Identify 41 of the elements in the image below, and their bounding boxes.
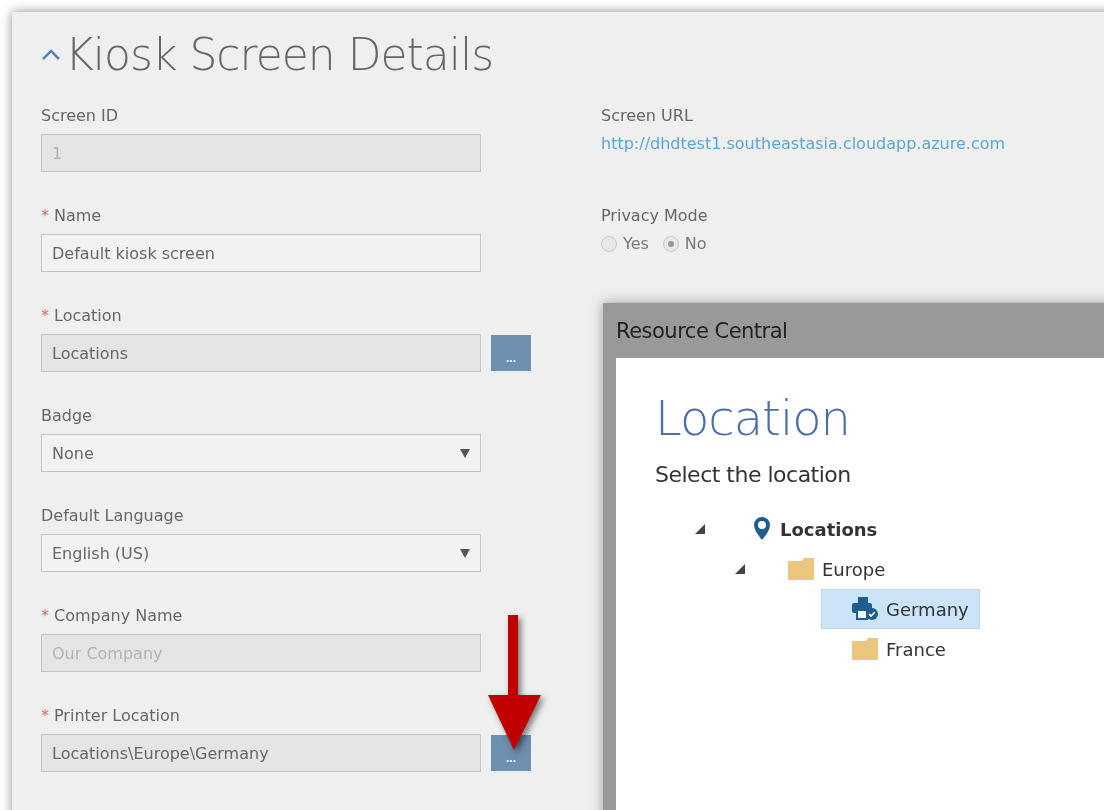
field-label: Name bbox=[54, 206, 102, 227]
radio-label: Yes bbox=[623, 234, 649, 253]
printer-icon bbox=[852, 597, 878, 621]
map-pin-icon bbox=[752, 516, 772, 542]
collapse-chevron-icon[interactable] bbox=[41, 47, 61, 61]
field-label: Printer Location bbox=[54, 706, 180, 727]
field-label: Screen URL bbox=[601, 106, 694, 127]
field-label: Screen ID bbox=[41, 106, 119, 127]
dialog-heading: Location bbox=[655, 390, 851, 446]
expander-icon[interactable] bbox=[695, 524, 705, 534]
dropdown[interactable]: None bbox=[41, 434, 481, 472]
radio-label: No bbox=[684, 234, 707, 253]
folder-icon bbox=[788, 558, 814, 580]
dialog-title: Resource Central bbox=[615, 317, 789, 345]
dropdown-arrow-icon bbox=[460, 448, 470, 458]
dropdown[interactable]: English (US) bbox=[41, 534, 481, 572]
required-asterisk: * bbox=[41, 606, 49, 625]
folder-icon bbox=[852, 638, 878, 660]
tree-item[interactable]: Europe bbox=[777, 549, 897, 589]
input-field[interactable]: Default kiosk screen bbox=[41, 234, 481, 272]
tree-item[interactable]: Germany bbox=[821, 589, 980, 629]
input-field[interactable]: Locations\Europe\Germany bbox=[41, 734, 481, 772]
dropdown-arrow-icon bbox=[460, 548, 470, 558]
field-label: Company Name bbox=[54, 606, 183, 627]
required-asterisk: * bbox=[41, 306, 49, 325]
browse-button[interactable]: ... bbox=[491, 735, 531, 771]
required-asterisk: * bbox=[41, 706, 49, 725]
required-asterisk: * bbox=[41, 206, 49, 225]
field-label: Privacy Mode bbox=[601, 206, 709, 227]
browse-button[interactable]: ... bbox=[491, 335, 531, 371]
tree-item[interactable]: France bbox=[821, 629, 957, 669]
radio-button[interactable] bbox=[601, 235, 617, 252]
input-field[interactable]: Locations bbox=[41, 334, 481, 372]
field-label: Badge bbox=[41, 406, 92, 427]
radio-button[interactable] bbox=[662, 235, 679, 252]
dialog-prompt: Select the location bbox=[655, 462, 852, 487]
expander-icon[interactable] bbox=[735, 564, 745, 574]
field-label: Default Language bbox=[41, 506, 184, 527]
section-title: Kiosk Screen Details bbox=[65, 28, 494, 80]
field-label: Location bbox=[54, 306, 122, 327]
tree-item[interactable]: Locations bbox=[741, 509, 889, 549]
